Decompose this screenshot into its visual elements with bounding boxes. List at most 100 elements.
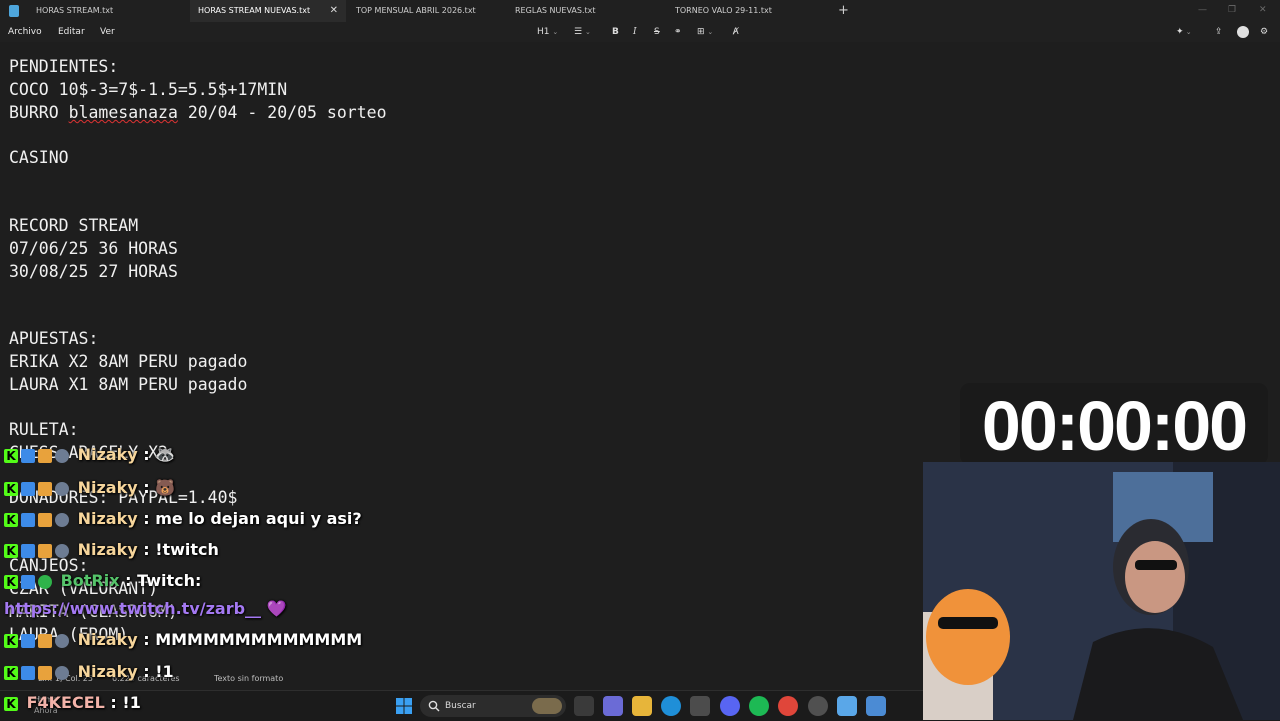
gift-badge-icon bbox=[38, 633, 52, 648]
purple-heart-emote: 💜 bbox=[266, 599, 287, 618]
chat-message: K F4KECEL : !1 bbox=[4, 692, 141, 714]
notepad-taskbar-icon[interactable] bbox=[837, 696, 857, 716]
table-dropdown[interactable]: ⊞ ⌄ bbox=[697, 22, 713, 42]
account-icon[interactable] bbox=[1237, 22, 1249, 42]
close-window-icon[interactable]: ✕ bbox=[1259, 0, 1267, 22]
chat-text: : !1 bbox=[110, 693, 141, 712]
chat-text: : me lo dejan aqui y asi? bbox=[143, 509, 362, 528]
calculator-icon[interactable] bbox=[866, 696, 886, 716]
menu-ver[interactable]: Ver bbox=[100, 22, 115, 42]
editor-line: 30/08/25 27 HORAS bbox=[9, 262, 178, 281]
menu-editar[interactable]: Editar bbox=[58, 22, 85, 42]
editor-line: 07/06/25 36 HORAS bbox=[9, 239, 178, 258]
clear-format-icon[interactable]: Ꭺ̸ bbox=[733, 22, 739, 42]
wolf-badge-icon bbox=[55, 665, 69, 680]
chat-message: K Nizaky : !twitch bbox=[4, 539, 219, 561]
tab-horas-stream-nuevas[interactable]: HORAS STREAM NUEVAS.txt ✕ bbox=[190, 0, 346, 22]
editor-line: BURRO blamesanaza 20/04 - 20/05 sorteo bbox=[9, 102, 387, 124]
tab-horas-stream[interactable]: HORAS STREAM.txt bbox=[28, 0, 190, 22]
search-icon bbox=[428, 700, 440, 712]
webcam-feed bbox=[923, 462, 1280, 720]
kick-badge-icon: K bbox=[4, 543, 18, 558]
kick-badge-icon: K bbox=[4, 512, 18, 527]
wolf-badge-icon bbox=[55, 633, 69, 648]
list-icon: ☰ bbox=[574, 27, 583, 37]
editor-line: APUESTAS: bbox=[9, 329, 99, 348]
taskbar-search[interactable]: Buscar bbox=[420, 695, 566, 717]
table-icon: ⊞ bbox=[697, 27, 705, 37]
task-view-icon[interactable] bbox=[574, 696, 594, 716]
heading-label: H1 bbox=[537, 27, 550, 37]
settings-icon[interactable]: ⚙ bbox=[1260, 22, 1268, 42]
tab-torneo-valo[interactable]: TORNEO VALO 29-11.txt bbox=[667, 0, 823, 22]
kick-badge-icon: K bbox=[4, 633, 18, 648]
chat-text: : 🦝 bbox=[143, 445, 176, 464]
kick-badge-icon: K bbox=[4, 574, 18, 589]
kick-badge-icon: K bbox=[4, 481, 18, 496]
link-icon[interactable]: ⚭ bbox=[674, 22, 682, 42]
file-explorer-icon[interactable] bbox=[632, 696, 652, 716]
edge-icon[interactable] bbox=[661, 696, 681, 716]
notepad-app-icon bbox=[9, 5, 19, 17]
wolf-badge-icon bbox=[55, 512, 69, 527]
chat-text: : MMMMMMMMMMMMM bbox=[143, 630, 363, 649]
list-dropdown[interactable]: ☰ ⌄ bbox=[574, 22, 591, 42]
discord-icon[interactable] bbox=[720, 696, 740, 716]
share-icon[interactable]: ⇪ bbox=[1215, 22, 1223, 42]
tab-label: HORAS STREAM.txt bbox=[36, 6, 114, 15]
new-tab-button[interactable]: + bbox=[838, 0, 849, 22]
gift-badge-icon bbox=[38, 448, 52, 463]
chevron-down-icon: ⌄ bbox=[707, 28, 714, 36]
chat-username: Nizaky bbox=[77, 478, 138, 497]
chat-text: : !twitch bbox=[143, 540, 219, 559]
editor-line: COCO 10$-3=7$-1.5=5.5$+17MIN bbox=[9, 80, 288, 99]
tab-label: TORNEO VALO 29-11.txt bbox=[675, 6, 772, 15]
chat-text: : !1 bbox=[143, 662, 174, 681]
chevron-down-icon: ⌄ bbox=[584, 28, 591, 36]
strikethrough-icon[interactable]: S bbox=[654, 22, 660, 42]
bold-icon[interactable]: B bbox=[612, 22, 619, 42]
editor-line: RECORD STREAM bbox=[9, 216, 139, 235]
verified-badge-icon bbox=[38, 574, 52, 589]
editor-text: 20/04 - 20/05 sorteo bbox=[177, 103, 387, 122]
tab-reglas-nuevas[interactable]: REGLAS NUEVAS.txt bbox=[507, 0, 663, 22]
tab-top-mensual[interactable]: TOP MENSUAL ABRIL 2026.txt bbox=[348, 0, 504, 22]
text-format[interactable]: Texto sin formato bbox=[214, 668, 283, 690]
chat-username: Nizaky bbox=[77, 509, 138, 528]
subscriber-badge-icon bbox=[21, 448, 35, 463]
chat-message: https://www.twitch.tv/zarb__ 💜 bbox=[4, 598, 287, 620]
chat-message: K Nizaky : !1 bbox=[4, 661, 174, 683]
maximize-icon[interactable]: ❐ bbox=[1228, 0, 1236, 22]
search-highlight-icon bbox=[532, 698, 562, 714]
copilot-icon[interactable]: ✦ ⌄ bbox=[1176, 22, 1192, 42]
editor-line: CASINO bbox=[9, 148, 69, 167]
wolf-badge-icon bbox=[55, 543, 69, 558]
wolf-badge-icon bbox=[55, 448, 69, 463]
chat-message: K BotRix : Twitch: bbox=[4, 570, 201, 592]
subscriber-badge-icon bbox=[21, 512, 35, 527]
chat-message: K Nizaky : 🐻 bbox=[4, 477, 175, 499]
subscriber-badge-icon bbox=[21, 633, 35, 648]
editor-line: LAURA X1 8AM PERU pagado bbox=[9, 375, 248, 394]
heading-dropdown[interactable]: H1 ⌄ bbox=[537, 22, 558, 42]
chat-username: Nizaky bbox=[77, 630, 138, 649]
spotify-icon[interactable] bbox=[749, 696, 769, 716]
subscriber-badge-icon bbox=[21, 543, 35, 558]
chat-message: K Nizaky : 🦝 bbox=[4, 444, 175, 466]
minimize-icon[interactable]: — bbox=[1198, 0, 1207, 22]
misspelled-word: blamesanaza bbox=[68, 103, 178, 122]
chat-link[interactable]: https://www.twitch.tv/zarb__ bbox=[4, 599, 261, 618]
copilot-app-icon[interactable] bbox=[603, 696, 623, 716]
start-icon[interactable] bbox=[394, 696, 414, 716]
store-icon[interactable] bbox=[690, 696, 710, 716]
wolf-badge-icon bbox=[55, 481, 69, 496]
tab-bar: HORAS STREAM.txt HORAS STREAM NUEVAS.txt… bbox=[0, 0, 1280, 22]
italic-icon[interactable]: I bbox=[633, 22, 637, 42]
subscriber-badge-icon bbox=[21, 574, 35, 589]
chrome-icon[interactable] bbox=[778, 696, 798, 716]
close-tab-icon[interactable]: ✕ bbox=[330, 0, 338, 22]
chat-text: : Twitch: bbox=[125, 571, 202, 590]
gift-badge-icon bbox=[38, 512, 52, 527]
menu-archivo[interactable]: Archivo bbox=[8, 22, 42, 42]
obs-icon[interactable] bbox=[808, 696, 828, 716]
